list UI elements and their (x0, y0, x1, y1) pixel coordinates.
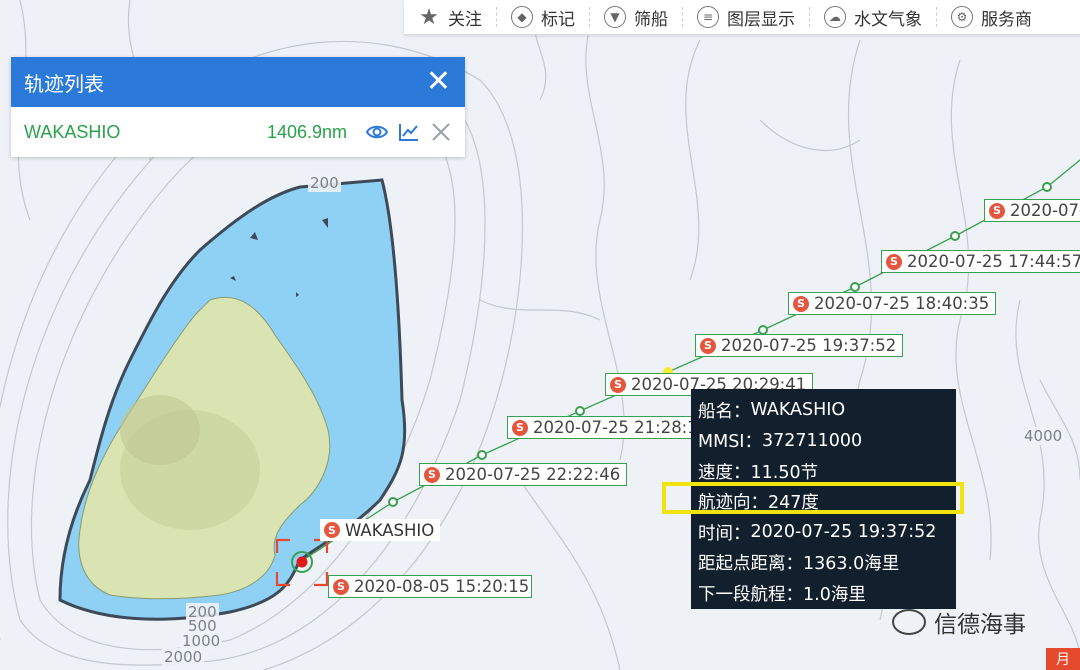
ship-name-text: WAKASHIO (345, 520, 435, 540)
depth-label: 4000 (1022, 427, 1065, 445)
info-value: 11.50节 (750, 462, 819, 483)
close-icon[interactable]: ✕ (426, 67, 451, 97)
info-key: 距起点距离： (698, 554, 803, 575)
tool-layers-label: 图层显示 (727, 9, 795, 30)
info-value: 1.0海里 (803, 584, 866, 605)
endpoint-time: 2020-08-05 15:20:15 (354, 577, 530, 596)
ship-status-icon: S (333, 578, 349, 595)
info-row-time: 时间： 2020-07-25 19:37:52 (698, 517, 956, 548)
info-row-next-leg: 下一段航程： 1.0海里 (698, 578, 956, 609)
tag-icon: ◆ (511, 6, 533, 28)
watermark-text: 信德海事 (934, 612, 1026, 638)
corner-badge: 月 (1046, 648, 1080, 670)
ship-status-icon: S (989, 202, 1005, 219)
depth-label: 200 (308, 174, 341, 192)
info-value: 2020-07-25 19:37:52 (750, 522, 937, 543)
depth-label: 2000 (162, 648, 205, 666)
tool-filter[interactable]: ▼ 筛船 (590, 0, 682, 34)
tool-follow-label: 关注 (448, 9, 482, 30)
info-key: 时间： (698, 523, 751, 544)
tool-follow[interactable]: ★ 关注 (404, 0, 496, 34)
tool-weather-label: 水文气象 (854, 9, 922, 30)
info-row-distance: 距起点距离： 1363.0海里 (698, 548, 956, 579)
track-point-time: 2020-07-25 17:44:57 (907, 252, 1080, 271)
info-key: 下一段航程： (698, 584, 803, 605)
service-icon: ⚙ (951, 6, 973, 28)
course-highlight-box (662, 482, 964, 514)
track-distance: 1406.9nm (266, 121, 347, 142)
eye-icon[interactable] (365, 120, 389, 144)
weather-icon: ☁ (824, 6, 846, 28)
tool-layers[interactable]: ≡ 图层显示 (683, 0, 809, 34)
track-point-label[interactable]: S 2020-07-25 22:22:46 (419, 463, 628, 486)
track-point-label[interactable]: S 2020-07-25 21:28:14 (507, 416, 716, 439)
ship-status-icon: S (793, 295, 809, 312)
island-highland (120, 395, 200, 465)
track-point-label[interactable]: S 2020-07-25 19:37:52 (695, 334, 904, 357)
star-icon: ★ (419, 4, 439, 30)
ship-status-icon: S (512, 419, 528, 436)
track-point-label[interactable]: S 2020-07- (984, 199, 1080, 222)
filter-icon: ▼ (604, 6, 626, 28)
tool-mark[interactable]: ◆ 标记 (497, 0, 589, 34)
track-point-time: 2020-07-25 19:37:52 (721, 336, 897, 355)
endpoint-label[interactable]: S 2020-08-05 15:20:15 (328, 575, 532, 598)
ship-status-icon: S (700, 337, 716, 354)
chart-icon[interactable] (397, 120, 421, 144)
ship-status-icon: S (886, 253, 902, 270)
track-point-time: 2020-07-25 22:22:46 (445, 465, 621, 484)
track-point-time: 2020-07-25 21:28:14 (533, 418, 709, 437)
track-point-time: 2020-07- (1010, 201, 1080, 220)
info-value: WAKASHIO (750, 400, 846, 421)
track-point-time: 2020-07-25 18:40:35 (814, 294, 990, 313)
tool-service[interactable]: ⚙ 服务商 (937, 0, 1046, 34)
wechat-icon (892, 609, 926, 635)
track-list-item[interactable]: WAKASHIO 1406.9nm (11, 107, 465, 157)
track-point-label[interactable]: S 2020-07-25 18:40:35 (788, 292, 997, 315)
track-point-label[interactable]: S 2020-07-25 17:44:57 (881, 250, 1080, 273)
watermark: 信德海事 (892, 605, 1026, 639)
info-value: 372711000 (761, 430, 863, 451)
panel-header: 轨迹列表 ✕ (11, 57, 465, 107)
ship-name-label[interactable]: S WAKASHIO (320, 519, 441, 541)
info-key: 速度： (698, 462, 751, 483)
track-ship-name: WAKASHIO (24, 121, 121, 142)
ship-status-icon: S (324, 522, 340, 538)
panel-title: 轨迹列表 (24, 71, 104, 96)
layers-icon: ≡ (697, 6, 719, 28)
tool-service-label: 服务商 (981, 9, 1032, 30)
tool-weather[interactable]: ☁ 水文气象 (810, 0, 936, 34)
tool-filter-label: 筛船 (634, 9, 668, 30)
info-key: 船名： (698, 401, 751, 422)
info-row-mmsi: MMSI： 372711000 (698, 426, 956, 457)
ship-status-icon: S (610, 376, 626, 393)
remove-icon[interactable] (429, 120, 453, 144)
info-value: 1363.0海里 (803, 554, 900, 575)
ship-position[interactable] (296, 556, 308, 568)
track-list-panel: 轨迹列表 ✕ WAKASHIO 1406.9nm (11, 57, 465, 157)
tool-mark-label: 标记 (541, 9, 575, 30)
top-toolbar: ★ 关注 ◆ 标记 ▼ 筛船 ≡ 图层显示 ☁ 水文气象 ⚙ 服务商 (404, 0, 1080, 35)
ship-status-icon: S (424, 466, 440, 483)
info-row-name: 船名： WAKASHIO (698, 395, 956, 426)
info-key: MMSI： (698, 432, 762, 453)
